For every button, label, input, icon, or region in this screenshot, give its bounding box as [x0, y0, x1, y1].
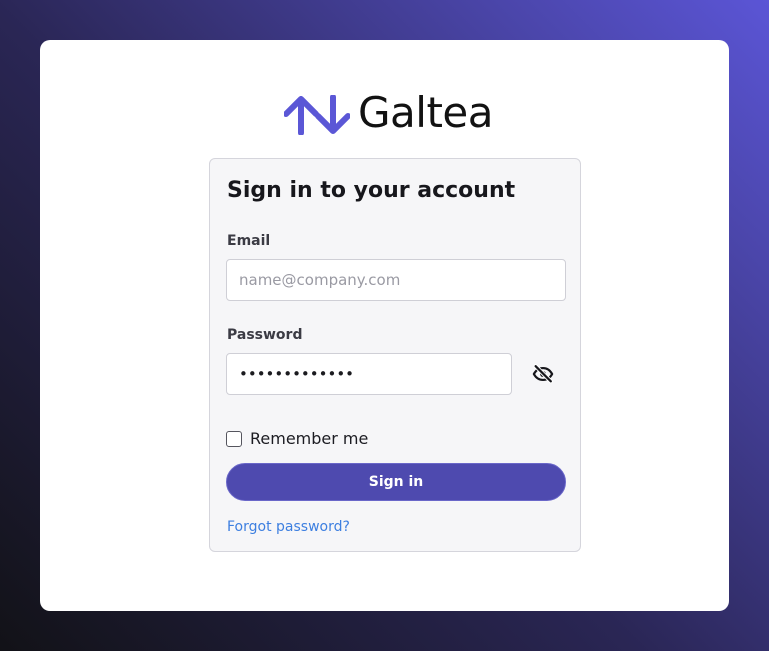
remember-me-row: Remember me	[226, 429, 368, 449]
email-label: Email	[227, 233, 271, 249]
remember-me-label[interactable]: Remember me	[250, 429, 368, 449]
password-field[interactable]	[226, 353, 512, 395]
toggle-password-visibility-button[interactable]	[528, 359, 558, 389]
eye-slash-icon	[532, 364, 554, 384]
login-window: Galtea Sign in to your account Email Pas…	[40, 40, 729, 611]
remember-me-checkbox[interactable]	[226, 431, 242, 447]
sign-in-button[interactable]: Sign in	[226, 463, 566, 501]
brand-logo: Galtea	[284, 88, 494, 137]
login-title: Sign in to your account	[227, 178, 516, 203]
forgot-password-link[interactable]: Forgot password?	[227, 518, 350, 536]
brand-name: Galtea	[358, 88, 494, 137]
login-card: Sign in to your account Email Password R…	[209, 158, 581, 552]
up-down-arrows-icon	[284, 95, 350, 135]
password-label: Password	[227, 327, 303, 343]
email-field[interactable]	[226, 259, 566, 301]
